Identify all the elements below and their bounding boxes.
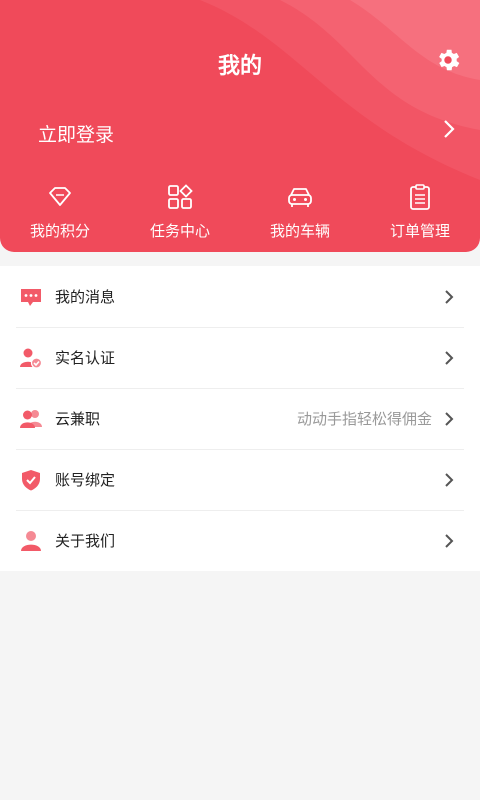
- menu-item-verification[interactable]: 实名认证: [0, 327, 480, 388]
- menu-item-messages[interactable]: 我的消息: [0, 266, 480, 327]
- menu-item-label: 云兼职: [55, 410, 101, 428]
- menu-item-part-time[interactable]: 云兼职 动动手指轻松得佣金: [0, 388, 480, 449]
- menu-item-label: 账号绑定: [55, 471, 116, 489]
- shortcut-label: 任务中心: [149, 222, 210, 240]
- shortcut-points[interactable]: 我的积分: [0, 182, 120, 241]
- menu-item-label: 关于我们: [55, 532, 116, 550]
- menu-item-about[interactable]: 关于我们: [0, 510, 480, 571]
- chevron-right-icon: [445, 533, 454, 548]
- menu-item-label: 实名认证: [55, 349, 116, 367]
- shortcut-label: 订单管理: [389, 222, 450, 240]
- chevron-right-icon[interactable]: [442, 116, 456, 142]
- chevron-right-icon: [445, 472, 454, 487]
- chevron-right-icon: [445, 411, 454, 426]
- menu-list: 我的消息 实名认证 云兼职 动动手指轻松得佣金 账号绑定 关于我们: [0, 266, 480, 571]
- user-verify-icon: [20, 348, 43, 369]
- menu-item-label: 我的消息: [55, 288, 116, 306]
- shortcut-tasks[interactable]: 任务中心: [120, 182, 240, 241]
- menu-item-account-binding[interactable]: 账号绑定: [0, 449, 480, 510]
- user-icon: [21, 530, 41, 551]
- chevron-right-icon: [445, 289, 454, 304]
- gear-icon[interactable]: [434, 46, 462, 74]
- car-icon: [288, 188, 312, 207]
- task-grid-icon: [168, 184, 193, 209]
- clipboard-icon: [410, 184, 430, 210]
- shortcut-bar: 我的积分 任务中心 我的车辆 订单管理: [0, 182, 480, 241]
- chevron-right-icon: [445, 350, 454, 365]
- group-icon: [20, 409, 42, 428]
- profile-header: 我的 立即登录 我的积分 任务中心 我的车辆 订单管理: [0, 0, 480, 252]
- message-icon: [21, 288, 41, 306]
- login-link[interactable]: 立即登录: [38, 120, 114, 147]
- shortcut-label: 我的车辆: [269, 222, 330, 240]
- shortcut-vehicles[interactable]: 我的车辆: [240, 182, 360, 241]
- menu-item-hint: 动动手指轻松得佣金: [296, 410, 432, 428]
- shield-check-icon: [22, 469, 40, 490]
- diamond-icon: [49, 187, 71, 206]
- shortcut-label: 我的积分: [29, 222, 90, 240]
- page-title: 我的: [217, 54, 262, 79]
- shortcut-orders[interactable]: 订单管理: [360, 182, 480, 241]
